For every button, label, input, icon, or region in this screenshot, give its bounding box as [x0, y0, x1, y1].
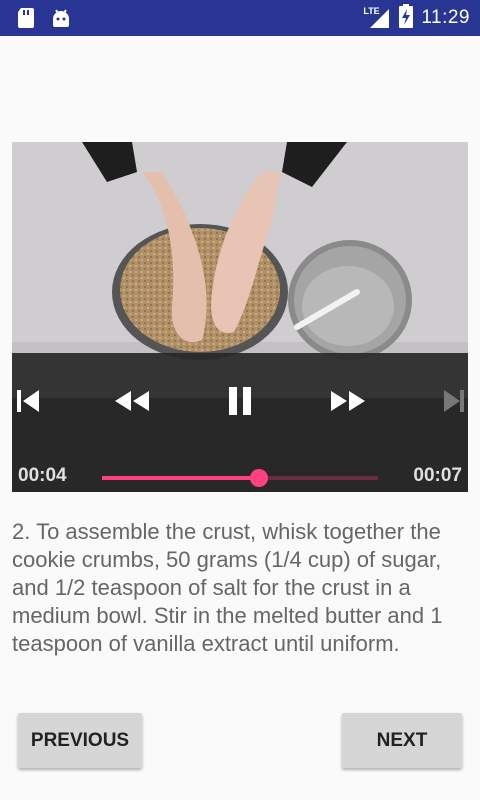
- duration: 00:07: [413, 465, 462, 486]
- playback-controls: 00:04 00:07: [12, 353, 468, 492]
- pause-icon: [229, 387, 251, 415]
- previous-button[interactable]: PREVIOUS: [18, 713, 142, 768]
- rewind-icon: [115, 391, 149, 411]
- skip-next-icon: [444, 390, 464, 412]
- battery-charging-icon: [399, 3, 414, 33]
- current-time: 00:04: [18, 465, 67, 486]
- status-bar: LTE 11:29: [0, 0, 480, 36]
- lte-signal-icon: LTE: [363, 6, 391, 30]
- seek-progress: [102, 476, 260, 480]
- skip-previous-button[interactable]: [12, 381, 42, 421]
- skip-next-button[interactable]: [438, 381, 468, 421]
- sd-card-icon: [16, 7, 36, 34]
- rewind-button[interactable]: [112, 381, 152, 421]
- android-icon: [50, 7, 72, 34]
- pause-button[interactable]: [220, 381, 260, 421]
- step-description: 2. To assemble the crust, whisk together…: [12, 519, 443, 656]
- video-player[interactable]: 00:04 00:07: [12, 142, 468, 492]
- clock: 11:29: [421, 7, 470, 28]
- seek-thumb[interactable]: [250, 469, 269, 487]
- seek-bar[interactable]: [102, 469, 378, 487]
- next-button[interactable]: NEXT: [342, 713, 462, 768]
- fast-forward-icon: [331, 391, 365, 411]
- fast-forward-button[interactable]: [328, 381, 368, 421]
- skip-previous-icon: [17, 390, 39, 412]
